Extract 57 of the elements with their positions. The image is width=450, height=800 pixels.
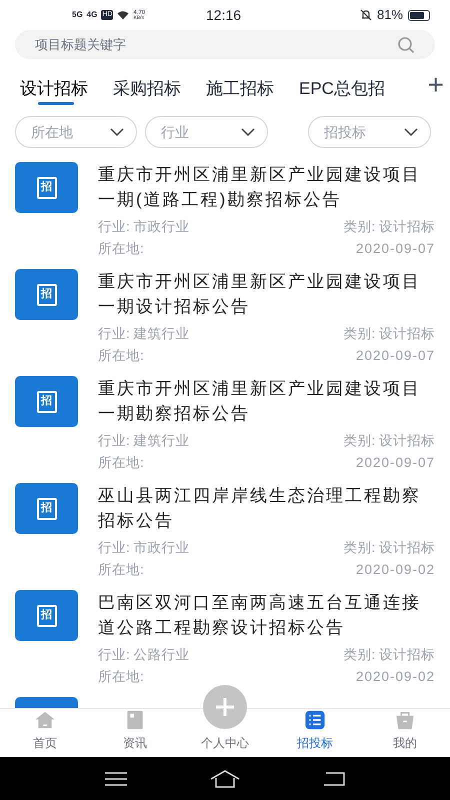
notice-icon: 招 bbox=[15, 162, 78, 213]
category-text: 类别: 设计招标 bbox=[343, 432, 435, 450]
category-text: 类别: 设计招标 bbox=[343, 218, 435, 236]
category-text: 类别: 设计招标 bbox=[343, 325, 435, 343]
plus-icon bbox=[214, 696, 236, 718]
tab[interactable]: 采购招标 bbox=[113, 76, 181, 105]
nav-tab[interactable]: 个人中心 bbox=[201, 734, 249, 752]
tab[interactable]: EPC总包招 bbox=[299, 76, 385, 105]
search-icon[interactable] bbox=[397, 36, 415, 54]
location-label: 所在地: bbox=[98, 347, 144, 365]
category-text: 类别: 设计招标 bbox=[343, 539, 435, 557]
location-label: 所在地: bbox=[98, 240, 144, 258]
chevron-down-icon bbox=[241, 128, 255, 136]
search-field[interactable]: 项目标题关键字 bbox=[15, 30, 435, 59]
back-icon[interactable] bbox=[322, 772, 345, 786]
date-text: 2020-09-07 bbox=[356, 240, 435, 258]
notice-icon: 招 bbox=[15, 269, 78, 320]
notice-title[interactable]: 重庆市开州区浦里新区产业园建设项目一期(道路工程)勘察招标公告 bbox=[98, 162, 435, 212]
network-indicator: 5G bbox=[72, 9, 83, 21]
date-text: 2020-09-02 bbox=[356, 668, 435, 686]
battery-icon bbox=[408, 10, 430, 20]
tab[interactable]: 施工招标 bbox=[206, 76, 274, 105]
search-input[interactable]: 项目标题关键字 bbox=[35, 34, 335, 54]
notice-icon: 招 bbox=[15, 590, 78, 641]
industry-text: 行业: 市政行业 bbox=[98, 539, 190, 557]
mute-icon bbox=[360, 9, 372, 21]
chevron-down-icon bbox=[110, 128, 124, 136]
nav-tab[interactable]: 首页 bbox=[0, 709, 90, 757]
battery-percentage: 81% bbox=[376, 6, 403, 24]
chevron-down-icon bbox=[404, 128, 418, 136]
industry-text: 行业: 市政行业 bbox=[98, 218, 190, 236]
notice-icon: 招 bbox=[15, 376, 78, 427]
date-text: 2020-09-07 bbox=[356, 454, 435, 472]
home-icon[interactable] bbox=[210, 770, 240, 788]
nav-tab[interactable]: 招投标 bbox=[270, 709, 360, 757]
network-indicator: 4G bbox=[86, 9, 98, 21]
date-text: 2020-09-02 bbox=[356, 561, 435, 579]
notice-title[interactable]: 巫山县两江四岸岸线生态治理工程勘察招标公告 bbox=[98, 483, 435, 533]
industry-text: 行业: 建筑行业 bbox=[98, 432, 190, 450]
add-tab-button[interactable]: + bbox=[428, 71, 444, 99]
category-text: 类别: 设计招标 bbox=[343, 646, 435, 664]
location-label: 所在地: bbox=[98, 454, 144, 472]
date-text: 2020-09-07 bbox=[356, 347, 435, 365]
industry-text: 行业: 公路行业 bbox=[98, 646, 190, 664]
location-label: 所在地: bbox=[98, 561, 144, 579]
clock: 12:16 bbox=[206, 6, 242, 24]
tab[interactable]: 设计招标 bbox=[20, 76, 88, 105]
nav-tab[interactable]: 我的 bbox=[360, 709, 450, 757]
notice-title[interactable]: 巴南区双河口至南两高速五台互通连接道公路工程勘察设计招标公告 bbox=[98, 590, 435, 640]
notice-title[interactable]: 重庆市开州区浦里新区产业园建设项目一期设计招标公告 bbox=[98, 269, 435, 319]
notice-title[interactable]: 重庆市开州区浦里新区产业园建设项目一期勘察招标公告 bbox=[98, 376, 435, 426]
menu-icon[interactable] bbox=[105, 772, 128, 786]
industry-text: 行业: 建筑行业 bbox=[98, 325, 190, 343]
notice-icon: 招 bbox=[15, 483, 78, 534]
location-label: 所在地: bbox=[98, 668, 144, 686]
wifi-icon bbox=[117, 10, 130, 20]
nav-tab[interactable]: 资讯 bbox=[90, 709, 180, 757]
